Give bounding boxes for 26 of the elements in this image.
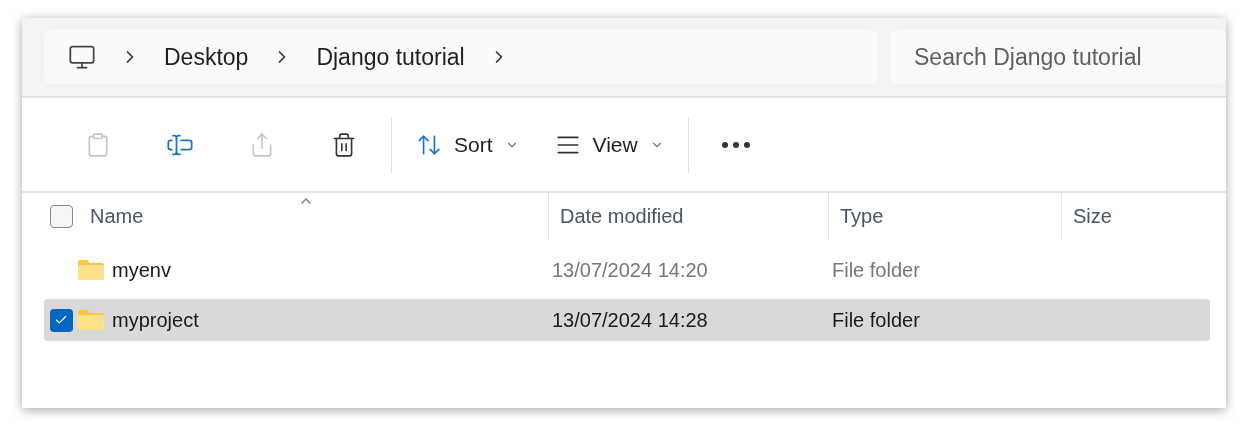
search-field[interactable]: Search Django tutorial [890, 30, 1226, 84]
more-icon [721, 141, 750, 148]
file-row[interactable]: myenv 13/07/2024 14:20 File folder [44, 249, 1210, 291]
select-all-checkbox[interactable] [50, 204, 73, 228]
file-row[interactable]: myproject 13/07/2024 14:28 File folder [44, 299, 1210, 341]
type-cell-text: File folder [832, 258, 921, 283]
trash-icon [331, 131, 357, 158]
folder-icon [78, 310, 104, 330]
sort-button[interactable]: Sort [406, 120, 529, 169]
check-icon [54, 313, 68, 327]
column-header[interactable]: Type [840, 201, 884, 231]
breadcrumb-item[interactable]: Desktop [164, 39, 249, 75]
type-cell-text: File folder [832, 308, 921, 333]
breadcrumb-item[interactable]: Django tutorial [316, 39, 465, 75]
folder-icon [78, 260, 104, 280]
date-cell-text: 13/07/2024 14:28 [552, 308, 709, 333]
computer-icon [68, 43, 96, 71]
file-name: myproject [112, 308, 200, 333]
column-header[interactable]: Size [1073, 201, 1112, 231]
date-cell-text: 13/07/2024 14:20 [552, 258, 709, 283]
row-checkbox[interactable] [49, 308, 73, 332]
address-field[interactable]: Desktop Django tutorial [44, 30, 878, 84]
column-header[interactable]: Date modified [560, 201, 684, 231]
column-header[interactable]: Name [90, 201, 144, 231]
file-name: myenv [112, 258, 172, 283]
view-button[interactable]: View [544, 120, 674, 169]
